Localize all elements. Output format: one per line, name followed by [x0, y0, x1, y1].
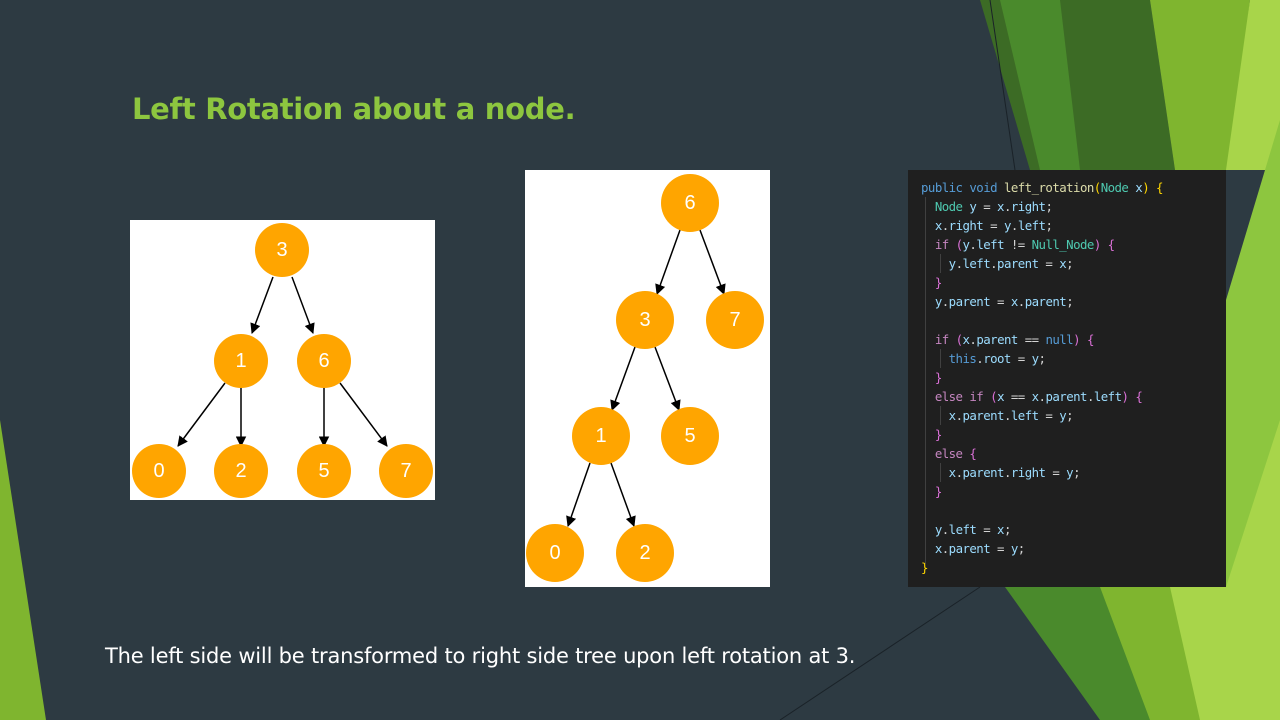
tree-node-label: 5	[318, 460, 329, 482]
tree-edge	[291, 276, 315, 334]
tree-node-label: 5	[684, 425, 695, 447]
code-line: if (x.parent == null) {	[934, 332, 1095, 347]
tree-node-label: 1	[595, 425, 606, 447]
code-line: }	[934, 275, 942, 290]
tree-edge	[566, 462, 591, 527]
tree-edge	[610, 346, 636, 411]
right-tree-diagram: 6 3 7 1 5 0 2	[526, 174, 764, 582]
right-tree-panel: 6 3 7 1 5 0 2	[525, 170, 770, 587]
code-line: y.left.parent = x;	[948, 256, 1074, 271]
code-line: }	[934, 370, 942, 385]
code-line: if (y.left != Null_Node) {	[934, 237, 1115, 252]
code-line: public void left_rotation(Node x) {	[921, 180, 1163, 195]
code-line: x.parent.left = y;	[948, 408, 1074, 423]
slide-caption: The left side will be transformed to rig…	[105, 644, 856, 668]
tree-edge	[699, 229, 726, 295]
tree-node-label: 7	[400, 460, 411, 482]
code-line: this.root = y;	[948, 351, 1046, 366]
left-tree-panel: 3 1 6 0 2 5 7	[130, 220, 435, 500]
tree-node-label: 1	[235, 350, 246, 372]
tree-node-label: 0	[153, 460, 164, 482]
code-line: y.left = x;	[934, 522, 1012, 537]
code-line: }	[921, 560, 928, 575]
tree-edge	[339, 382, 388, 447]
tree-node-label: 7	[729, 309, 740, 331]
tree-node-label: 0	[549, 542, 560, 564]
tree-node-label: 3	[639, 309, 650, 331]
tree-node-label: 2	[639, 542, 650, 564]
code-block: public void left_rotation(Node x) { Node…	[921, 178, 1163, 577]
code-line: }	[934, 484, 942, 499]
code-line: x.right = y.left;	[934, 218, 1053, 233]
code-snippet-panel: public void left_rotation(Node x) { Node…	[908, 170, 1226, 587]
tree-node-label: 2	[235, 460, 246, 482]
tree-edge	[654, 346, 681, 411]
tree-node-label: 6	[684, 192, 695, 214]
code-line: else {	[934, 446, 977, 461]
code-line: }	[934, 427, 942, 442]
code-line: Node y = x.right;	[934, 199, 1053, 214]
tree-edge	[655, 229, 681, 295]
left-tree-diagram: 3 1 6 0 2 5 7	[132, 223, 433, 498]
code-line: y.parent = x.parent;	[934, 294, 1074, 309]
code-line: x.parent = y;	[934, 541, 1025, 556]
tree-edge	[250, 276, 274, 334]
tree-edge	[610, 462, 636, 527]
code-line: x.parent.right = y;	[948, 465, 1081, 480]
slide-title: Left Rotation about a node.	[132, 92, 576, 126]
tree-node-label: 6	[318, 350, 329, 372]
tree-node-label: 3	[276, 239, 287, 261]
code-line: else if (x == x.parent.left) {	[934, 389, 1143, 404]
tree-edge	[177, 382, 226, 447]
